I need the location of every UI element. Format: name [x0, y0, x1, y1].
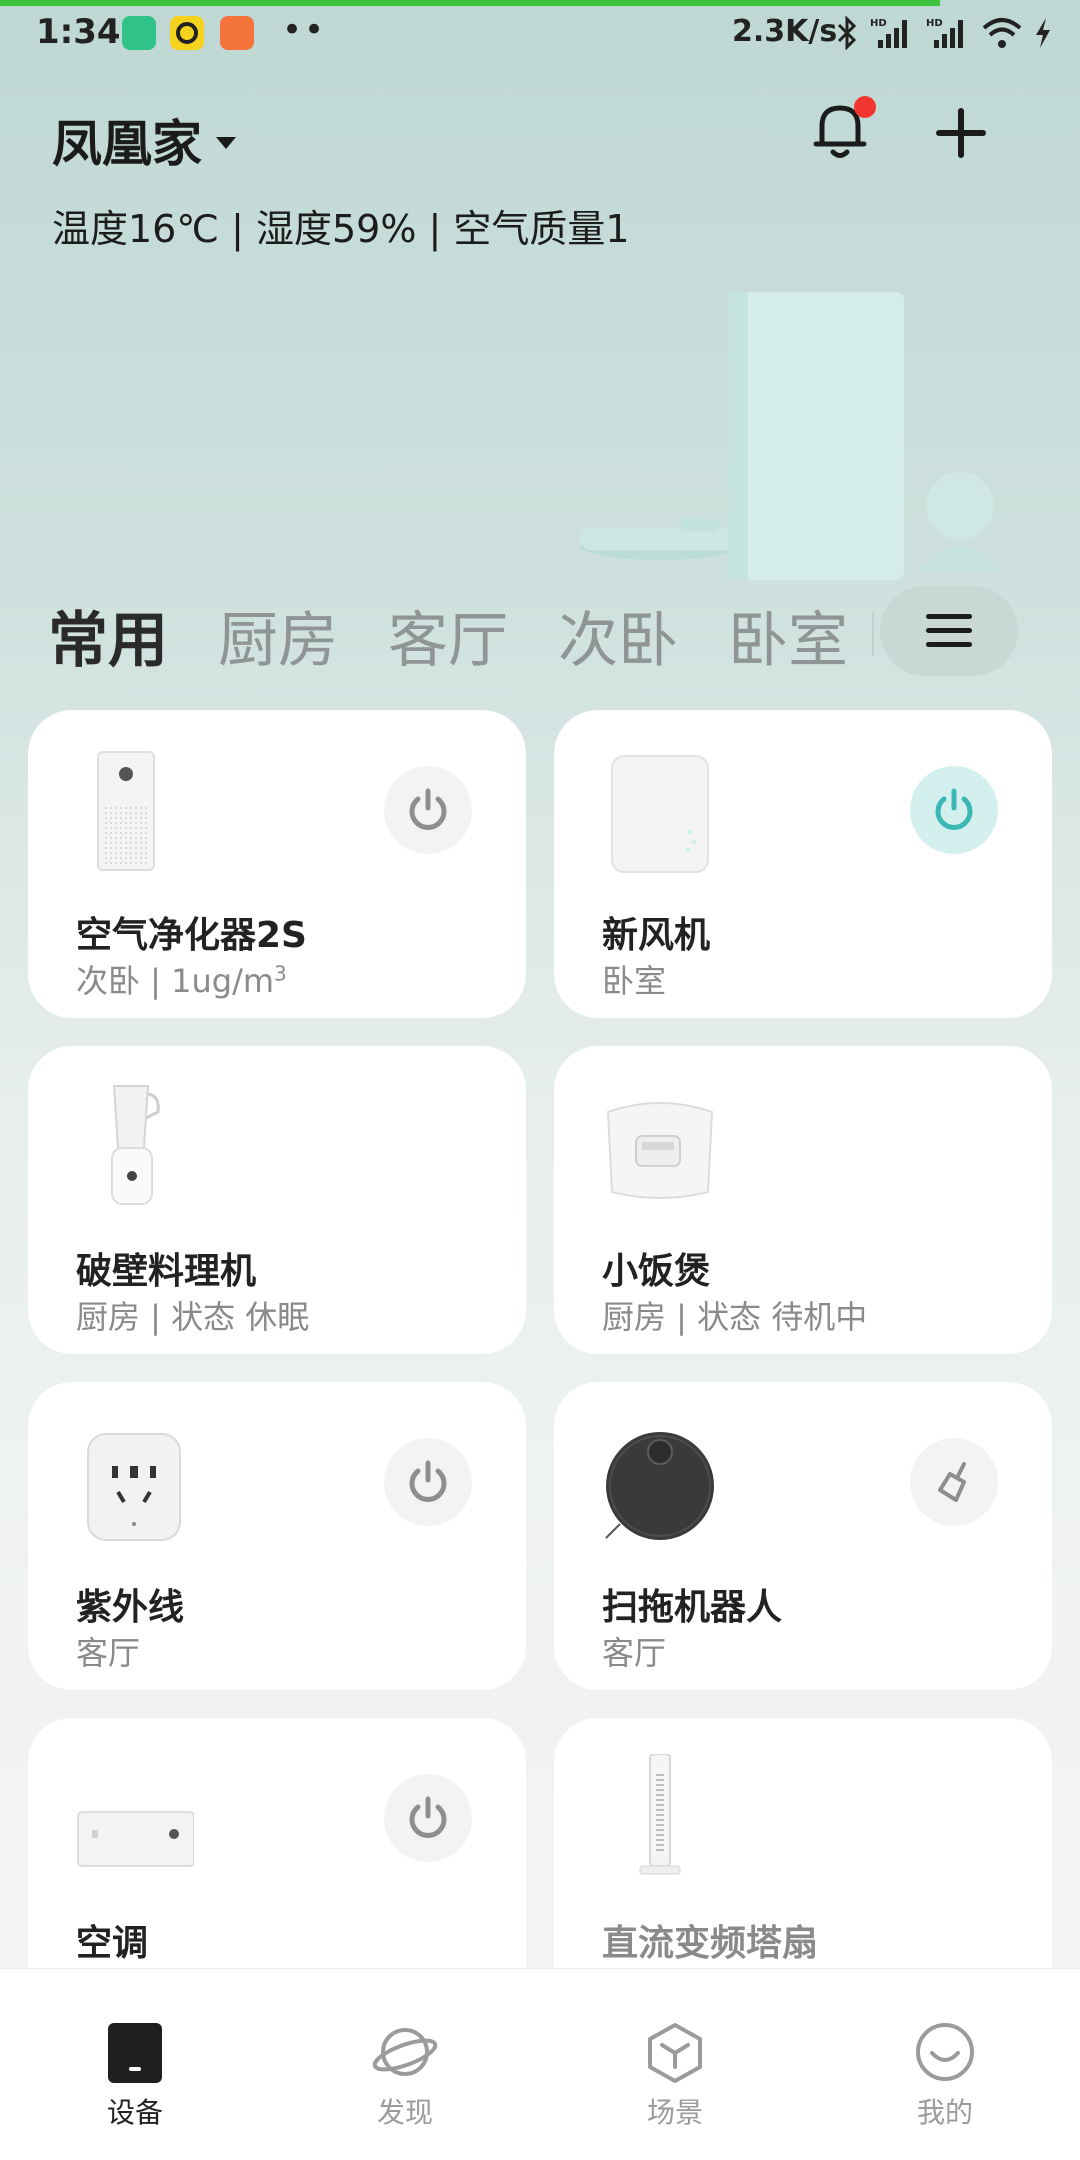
tab-living-room[interactable]: 客厅 [388, 592, 508, 679]
rice-cooker-image [606, 1102, 714, 1199]
tab-second-bedroom[interactable]: 次卧 [558, 592, 678, 679]
device-status: 客厅 [602, 1634, 667, 1672]
home-illustration [580, 292, 1000, 580]
device-card-uv[interactable]: 紫外线 客厅 [28, 1382, 526, 1690]
device-status: 卧室 [602, 962, 667, 1000]
svg-text:HD: HD [926, 18, 943, 29]
device-name: 破壁料理机 [76, 1251, 257, 1292]
power-button[interactable] [384, 766, 472, 854]
power-button[interactable] [910, 766, 998, 854]
tab-favorites[interactable]: 常用 [48, 592, 168, 679]
smile-icon [916, 2023, 974, 2081]
home-selector[interactable]: 凤凰家 [52, 104, 236, 176]
environment-summary: 温度16℃ | 湿度59% | 空气质量1 [52, 207, 630, 251]
device-name: 紫外线 [76, 1587, 185, 1628]
robot-vacuum-image [605, 1432, 714, 1540]
room-tabs: 常用 厨房 客厅 次卧 卧室 [48, 590, 898, 680]
device-name: 空调 [76, 1923, 149, 1964]
device-icon [108, 2023, 162, 2083]
nav-profile[interactable]: 我的 [810, 1969, 1080, 2160]
tower-fan-image [639, 1754, 681, 1875]
device-name: 小饭煲 [602, 1251, 711, 1292]
broom-icon [938, 1462, 966, 1502]
power-button[interactable] [384, 1774, 472, 1862]
device-status: 次卧 | 1ug/m3 [76, 961, 287, 1000]
power-icon [409, 788, 447, 830]
add-device-icon[interactable] [936, 108, 986, 158]
room-menu-button[interactable] [880, 586, 1018, 676]
device-card-air-purifier[interactable]: 空气净化器2S 次卧 | 1ug/m3 [28, 710, 526, 1018]
nav-discover[interactable]: 发现 [270, 1969, 540, 2160]
device-name: 空气净化器2S [76, 915, 307, 956]
status-time: 1:34 [36, 12, 121, 52]
tab-kitchen[interactable]: 厨房 [218, 592, 338, 679]
notification-badge [854, 96, 876, 118]
status-bar: 1:34 •• 2.3K/s HD HD [0, 6, 1080, 64]
device-name: 新风机 [602, 915, 711, 956]
device-card-fresh-air[interactable]: 新风机 卧室 [554, 710, 1052, 1018]
caret-down-icon [216, 137, 236, 149]
nav-label: 设备 [106, 2096, 163, 2129]
bottom-navigation: 设备 发现 场景 我的 [0, 1968, 1080, 2160]
device-name: 直流变频塔扇 [602, 1923, 819, 1964]
tab-divider [872, 612, 874, 656]
device-card-robot-vacuum[interactable]: 扫拖机器人 客厅 [554, 1382, 1052, 1690]
air-conditioner-image [77, 1811, 194, 1867]
nav-scenes[interactable]: 场景 [540, 1969, 810, 2160]
home-name: 凤凰家 [52, 115, 202, 173]
scene-cube-icon [648, 2023, 702, 2083]
hamburger-menu-icon [926, 614, 972, 647]
nav-label: 我的 [916, 2096, 973, 2129]
power-icon [409, 1796, 447, 1838]
device-name: 扫拖机器人 [602, 1587, 783, 1628]
power-icon [409, 1460, 447, 1502]
device-status: 厨房 | 状态 待机中 [602, 1298, 868, 1336]
fresh-air-unit-image [611, 755, 709, 873]
wifi-icon [982, 18, 1022, 48]
device-status: 厨房 | 状态 休眠 [76, 1298, 310, 1336]
security-app-icon [122, 16, 156, 50]
charging-icon [1036, 18, 1050, 48]
svg-text:HD: HD [870, 18, 887, 29]
planet-icon [372, 2028, 438, 2076]
smart-plug-image [87, 1433, 181, 1541]
blender-image [111, 1085, 160, 1205]
clean-button[interactable] [910, 1438, 998, 1526]
tab-bedroom[interactable]: 卧室 [728, 592, 848, 679]
mi-store-app-icon [220, 16, 254, 50]
bluetooth-icon [837, 16, 857, 50]
power-button[interactable] [384, 1438, 472, 1526]
device-card-rice-cooker[interactable]: 小饭煲 厨房 | 状态 待机中 [554, 1046, 1052, 1354]
nav-label: 场景 [646, 2096, 703, 2129]
power-icon [935, 788, 973, 830]
circle-app-icon [170, 16, 204, 50]
hd-signal-icon: HD [870, 18, 907, 48]
device-status: 客厅 [76, 1634, 141, 1672]
nav-devices[interactable]: 设备 [0, 1969, 270, 2160]
air-purifier-image [97, 751, 155, 871]
more-notifications-icon: •• [282, 10, 327, 50]
nav-label: 发现 [376, 2096, 433, 2129]
hd-signal-icon: HD [926, 18, 963, 48]
network-speed: 2.3K/s [732, 14, 838, 49]
device-card-blender[interactable]: 破壁料理机 厨房 | 状态 休眠 [28, 1046, 526, 1354]
